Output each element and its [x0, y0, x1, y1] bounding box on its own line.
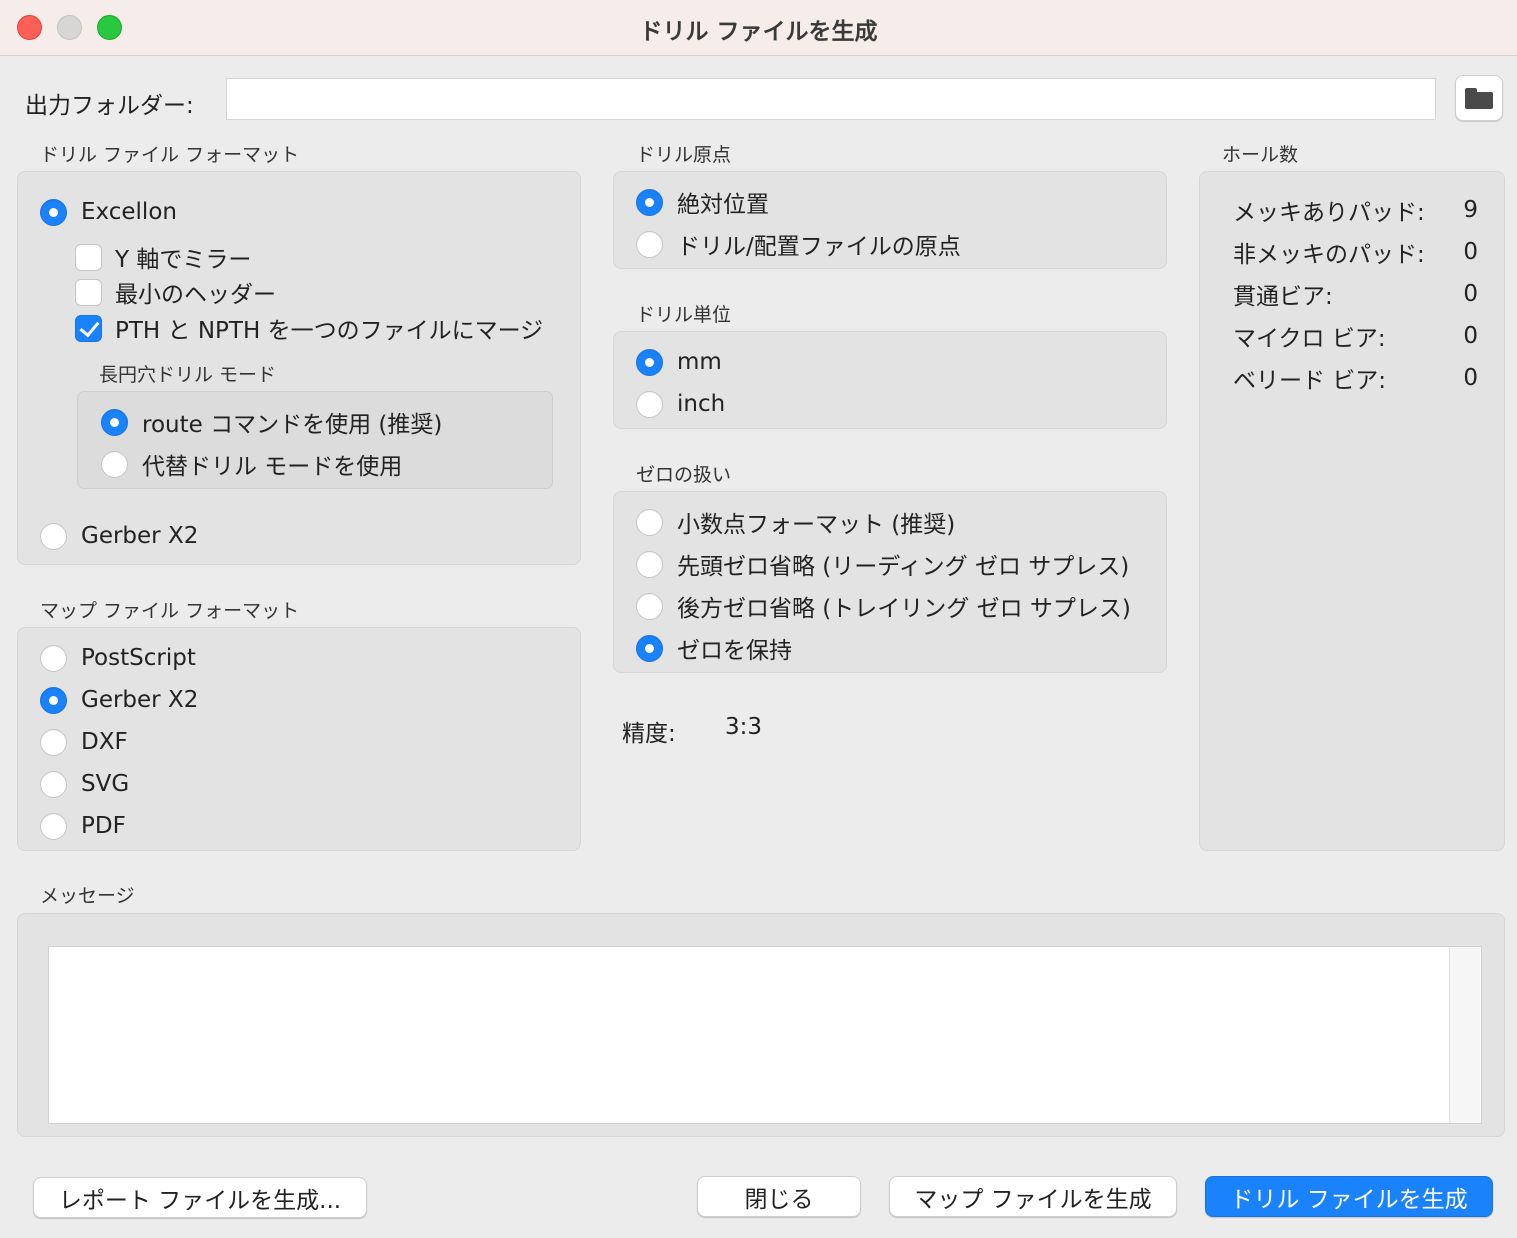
- folder-icon: [1465, 87, 1493, 109]
- gerber-drill-radio[interactable]: [40, 522, 67, 550]
- buried-vias-row: ベリード ビア: 0: [1233, 361, 1478, 395]
- drill-format-title: ドリル ファイル フォーマット: [40, 144, 300, 166]
- buried-vias-label: ベリード ビア:: [1233, 368, 1387, 394]
- min-header-option[interactable]: 最小のヘッダー: [75, 275, 276, 309]
- map-svg-option[interactable]: SVG: [40, 767, 129, 801]
- generate-map-button[interactable]: マップ ファイルを生成: [889, 1176, 1177, 1217]
- excellon-radio[interactable]: [40, 198, 67, 226]
- absolute-origin-radio[interactable]: [636, 188, 663, 216]
- buried-vias-value: 0: [1463, 365, 1478, 391]
- units-inch-option[interactable]: inch: [636, 387, 725, 421]
- map-postscript-radio[interactable]: [40, 644, 67, 672]
- map-postscript-option[interactable]: PostScript: [40, 641, 196, 675]
- zeros-decimal-radio[interactable]: [636, 508, 663, 536]
- route-command-radio[interactable]: [101, 408, 128, 436]
- aux-origin-radio[interactable]: [636, 230, 663, 258]
- mirror-y-checkbox[interactable]: [75, 243, 102, 271]
- browse-folder-button[interactable]: [1455, 75, 1503, 121]
- output-folder-input[interactable]: [226, 78, 1436, 120]
- messages-scrollbar[interactable]: [1449, 948, 1480, 1122]
- units-inch-radio[interactable]: [636, 390, 663, 418]
- micro-vias-value: 0: [1463, 323, 1478, 349]
- zeros-suppress-trailing-option[interactable]: 後方ゼロ省略 (トレイリング ゼロ サプレス): [636, 589, 1131, 623]
- precision-value: 3:3: [725, 714, 763, 740]
- zeros-keep-radio[interactable]: [636, 634, 663, 662]
- drill-units-title: ドリル単位: [636, 304, 732, 326]
- merge-pth-option[interactable]: PTH と NPTH を一つのファイルにマージ: [75, 311, 543, 345]
- map-gerber-option[interactable]: Gerber X2: [40, 683, 198, 717]
- zeros-title: ゼロの扱い: [636, 464, 732, 486]
- zeros-keep-option[interactable]: ゼロを保持: [636, 631, 792, 665]
- zeros-suppress-leading-radio[interactable]: [636, 550, 663, 578]
- title-bar: ドリル ファイルを生成: [0, 0, 1517, 56]
- micro-vias-label: マイクロ ビア:: [1233, 326, 1386, 352]
- output-folder-label: 出力フォルダー:: [25, 93, 194, 119]
- map-gerber-radio[interactable]: [40, 686, 67, 714]
- route-command-option[interactable]: route コマンドを使用 (推奨): [101, 405, 442, 439]
- through-vias-label: 貫通ビア:: [1233, 284, 1333, 310]
- map-format-title: マップ ファイル フォーマット: [40, 600, 300, 622]
- nonplated-pads-label: 非メッキのパッド:: [1233, 242, 1425, 268]
- through-vias-value: 0: [1463, 281, 1478, 307]
- nonplated-pads-value: 0: [1463, 239, 1478, 265]
- alt-drill-mode-radio[interactable]: [101, 450, 128, 478]
- zeros-suppress-leading-option[interactable]: 先頭ゼロ省略 (リーディング ゼロ サプレス): [636, 547, 1129, 581]
- plated-pads-value: 9: [1463, 197, 1478, 223]
- map-pdf-option[interactable]: PDF: [40, 809, 126, 843]
- generate-drill-button[interactable]: ドリル ファイルを生成: [1205, 1176, 1493, 1217]
- map-dxf-option[interactable]: DXF: [40, 725, 128, 759]
- zeros-suppress-trailing-radio[interactable]: [636, 592, 663, 620]
- close-button[interactable]: 閉じる: [697, 1176, 861, 1217]
- hole-counts-panel: [1199, 171, 1505, 851]
- merge-pth-checkbox[interactable]: [75, 314, 102, 342]
- messages-textarea[interactable]: [48, 946, 1482, 1124]
- map-dxf-radio[interactable]: [40, 728, 67, 756]
- map-pdf-radio[interactable]: [40, 812, 67, 840]
- precision-label: 精度:: [622, 721, 676, 747]
- through-vias-row: 貫通ビア: 0: [1233, 277, 1478, 311]
- generate-report-button[interactable]: レポート ファイルを生成...: [33, 1177, 367, 1218]
- mirror-y-option[interactable]: Y 軸でミラー: [75, 240, 251, 274]
- oval-drill-mode-title: 長円穴ドリル モード: [99, 364, 277, 386]
- alt-drill-mode-option[interactable]: 代替ドリル モードを使用: [101, 447, 402, 481]
- micro-vias-row: マイクロ ビア: 0: [1233, 319, 1478, 353]
- aux-origin-option[interactable]: ドリル/配置ファイルの原点: [636, 227, 961, 261]
- excellon-option[interactable]: Excellon: [40, 195, 177, 229]
- nonplated-pads-row: 非メッキのパッド: 0: [1233, 235, 1478, 269]
- gerber-drill-option[interactable]: Gerber X2: [40, 519, 198, 553]
- min-header-checkbox[interactable]: [75, 278, 102, 306]
- map-svg-radio[interactable]: [40, 770, 67, 798]
- drill-origin-title: ドリル原点: [636, 144, 732, 166]
- messages-title: メッセージ: [40, 885, 135, 907]
- plated-pads-row: メッキありパッド: 9: [1233, 193, 1478, 227]
- window-title: ドリル ファイルを生成: [639, 19, 878, 45]
- absolute-origin-option[interactable]: 絶対位置: [636, 185, 769, 219]
- plated-pads-label: メッキありパッド:: [1233, 200, 1425, 226]
- units-mm-radio[interactable]: [636, 348, 663, 376]
- zeros-decimal-option[interactable]: 小数点フォーマット (推奨): [636, 505, 955, 539]
- units-mm-option[interactable]: mm: [636, 345, 722, 379]
- hole-counts-title: ホール数: [1222, 144, 1299, 166]
